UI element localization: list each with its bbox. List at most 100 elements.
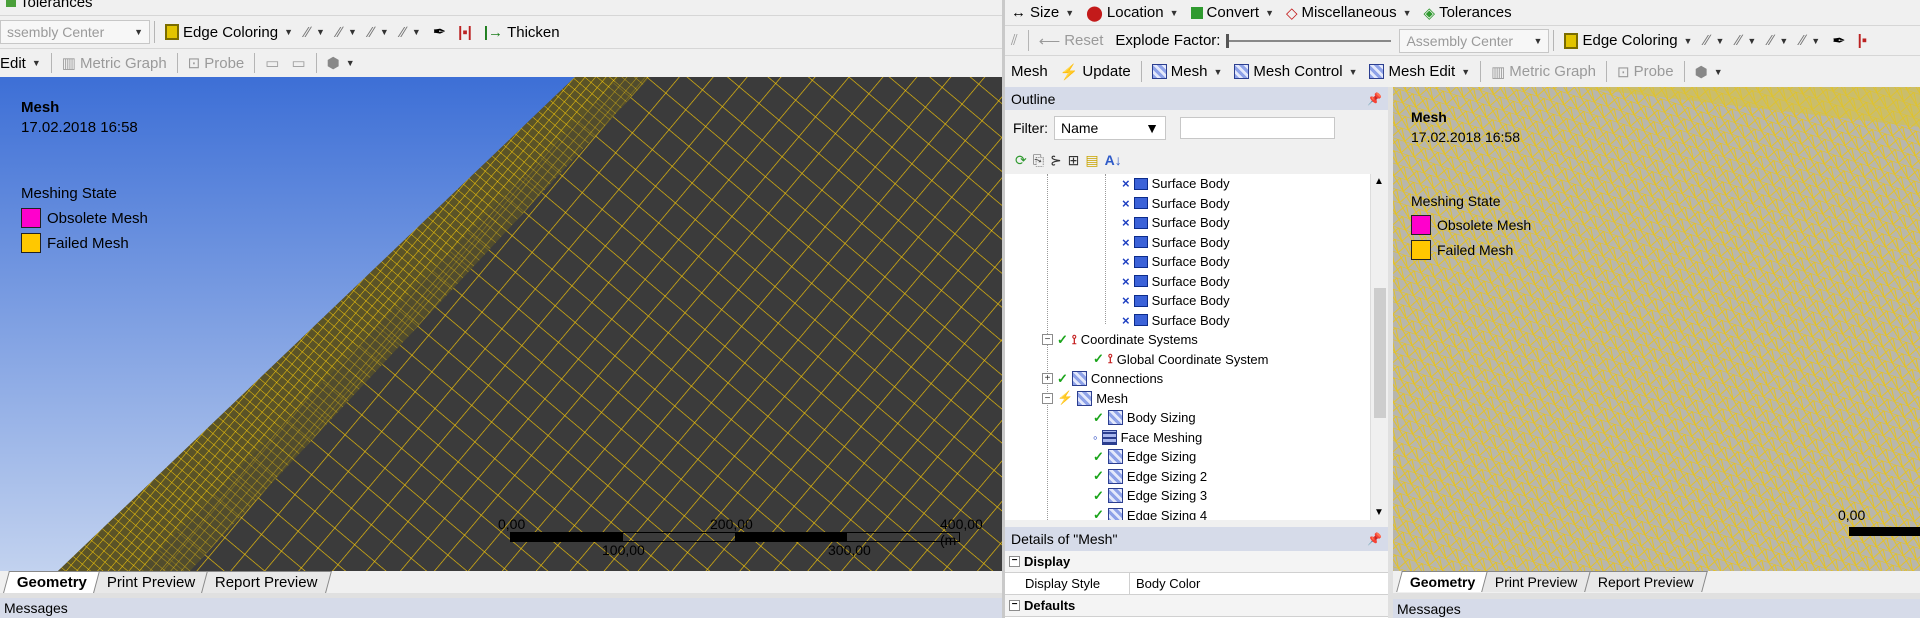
tree-item-surface-body[interactable]: × Surface Body <box>1122 291 1230 310</box>
assembly-center-combo[interactable]: ssembly Center ▼ <box>0 20 150 44</box>
tree-item-surface-body[interactable]: × Surface Body <box>1122 174 1230 193</box>
edge-display-button-4[interactable]: ⁄∕ ▼ <box>1794 26 1826 55</box>
tab-report-preview[interactable]: Report Preview <box>201 571 332 593</box>
min-label-button[interactable]: ▭ <box>285 49 311 77</box>
tree-item-surface-body[interactable]: × Surface Body <box>1122 213 1230 232</box>
max-label-button[interactable]: ▭ <box>259 49 285 77</box>
tree-item-surface-body[interactable]: × Surface Body <box>1122 233 1230 252</box>
pin-icon[interactable]: 📌 <box>1367 92 1382 106</box>
tree-item-coordinate-systems[interactable]: − ✓ ⟟ Coordinate Systems <box>1042 330 1198 349</box>
probe-button[interactable]: ⊡ Probe <box>182 49 251 77</box>
mesh-edit-menu[interactable]: Mesh Edit ▼ <box>1363 56 1476 87</box>
right-graphics-viewport[interactable]: Mesh 17.02.2018 16:58 Meshing State Obso… <box>1393 87 1920 571</box>
surface-body-icon <box>1133 294 1148 307</box>
explode-factor-slider[interactable] <box>1226 33 1392 48</box>
filter-search-input[interactable] <box>1180 117 1335 139</box>
tab-print-preview[interactable]: Print Preview <box>93 571 210 593</box>
tab-print-preview[interactable]: Print Preview <box>1481 571 1592 592</box>
edge-coloring-button[interactable]: Edge Coloring ▼ <box>1558 26 1698 55</box>
right-messages-header[interactable]: Messages <box>1393 599 1920 618</box>
mesh-menu[interactable]: Mesh ▼ <box>1146 56 1229 87</box>
explode-icon-button[interactable]: ⫽ <box>1005 26 1024 55</box>
assembly-center-combo[interactable]: Assembly Center ▼ <box>1399 28 1550 53</box>
tree-item-surface-body[interactable]: × Surface Body <box>1122 252 1230 271</box>
details-category-defaults[interactable]: − Defaults <box>1005 595 1388 617</box>
reset-button[interactable]: ⟵ Reset <box>1033 26 1110 55</box>
tree-item-surface-body[interactable]: × Surface Body <box>1122 272 1230 291</box>
collapse-icon[interactable]: − <box>1042 392 1053 404</box>
collapse-icon[interactable]: − <box>1009 556 1020 567</box>
display-style-value[interactable]: Body Color <box>1130 576 1200 591</box>
x-icon: × <box>1122 195 1130 211</box>
pin-button[interactable]: ✒ <box>1826 26 1851 55</box>
pin-icon[interactable]: 📌 <box>1367 532 1382 546</box>
metric-graph-button[interactable]: ▥ Metric Graph <box>1485 56 1602 87</box>
edge-display-button-3[interactable]: ⁄∕ ▼ <box>363 16 395 48</box>
scroll-down-icon[interactable]: ▼ <box>1374 507 1384 518</box>
tree-item-face-meshing[interactable]: ◦ Face Meshing <box>1093 428 1202 447</box>
edge-display-button-4[interactable]: ⁄∕ ▼ <box>395 16 427 48</box>
tree-item-connections[interactable]: + ✓ Connections <box>1042 369 1163 388</box>
surface-body-icon <box>1133 275 1148 287</box>
update-button[interactable]: ⚡ Update <box>1054 56 1137 87</box>
edge-style-icon: ⁄∕ <box>336 23 342 41</box>
legend-obsolete-mesh: Obsolete Mesh <box>21 208 148 228</box>
folder-icon[interactable]: ▤ <box>1085 152 1098 169</box>
tree-item-body-sizing[interactable]: ✓ Body Sizing <box>1093 408 1196 427</box>
tree-item-surface-body[interactable]: × Surface Body <box>1122 194 1230 213</box>
tolerances-button[interactable]: ◈ Tolerances <box>1418 0 1518 25</box>
display-mode-button[interactable]: ⬢ ▼ <box>321 49 361 77</box>
tolerances-menu[interactable]: Tolerances <box>0 0 99 11</box>
sort-az-icon[interactable]: A↓ <box>1105 152 1122 168</box>
tree-item-surface-body[interactable]: × Surface Body <box>1122 311 1230 330</box>
shell-thickness-button[interactable]: |▪ <box>1852 26 1874 55</box>
size-menu[interactable]: ↔ Size ▼ <box>1005 0 1080 25</box>
display-mode-button[interactable]: ⬢ ▼ <box>1689 56 1729 87</box>
edit-menu[interactable]: Edit ▼ <box>0 49 47 77</box>
tree-item-global-coordinate-system[interactable]: ✓ ⟟ Global Coordinate System <box>1093 350 1269 369</box>
refresh-icon[interactable]: ⟳ <box>1015 152 1027 169</box>
tab-geometry[interactable]: Geometry <box>3 571 101 593</box>
expand-all-icon[interactable]: ⊞ <box>1068 152 1080 169</box>
edge-display-button-1[interactable]: ⁄∕ ▼ <box>1698 26 1730 55</box>
tree-filter-icon[interactable]: ⊱ <box>1050 152 1062 169</box>
suppressed-icon[interactable]: ⎘ <box>1033 152 1044 169</box>
check-icon: ✓ <box>1093 409 1104 425</box>
edge-display-button-2[interactable]: ⁄∕ ▼ <box>1730 26 1762 55</box>
tree-item-mesh[interactable]: − ⚡ Mesh <box>1042 389 1128 408</box>
tree-item-edge-sizing-2[interactable]: ✓ Edge Sizing 2 <box>1093 467 1207 486</box>
edge-sizing-icon <box>1107 507 1123 520</box>
tree-item-edge-sizing-3[interactable]: ✓ Edge Sizing 3 <box>1093 486 1207 505</box>
metric-graph-button[interactable]: ▥ Metric Graph <box>56 49 173 77</box>
edge-coloring-button[interactable]: Edge Coloring ▼ <box>159 16 299 48</box>
left-graphics-viewport[interactable]: Mesh 17.02.2018 16:58 Meshing State Obso… <box>0 77 1002 571</box>
outline-scrollbar[interactable]: ▲ ▼ <box>1370 174 1388 520</box>
scroll-up-icon[interactable]: ▲ <box>1374 176 1384 187</box>
filter-combo[interactable]: Name ▼ <box>1054 116 1166 140</box>
edge-display-button-3[interactable]: ⁄∕ ▼ <box>1762 26 1794 55</box>
tab-geometry[interactable]: Geometry <box>1396 571 1490 592</box>
details-category-display[interactable]: − Display <box>1005 551 1388 573</box>
pin-button[interactable]: ✒ <box>427 16 452 48</box>
miscellaneous-menu[interactable]: ◇ Miscellaneous ▼ <box>1280 0 1418 25</box>
thicken-button[interactable]: |→ Thicken <box>478 16 566 48</box>
shell-thickness-button[interactable]: |▪| <box>452 16 478 48</box>
tree-item-edge-sizing-4[interactable]: ✓ Edge Sizing 4 <box>1093 506 1207 520</box>
left-messages-header[interactable]: Messages <box>0 598 1002 618</box>
tab-report-preview[interactable]: Report Preview <box>1584 571 1708 592</box>
edge-display-button-1[interactable]: ⁄∕ ▼ <box>299 16 331 48</box>
mesh-control-menu[interactable]: Mesh Control ▼ <box>1228 56 1363 87</box>
slider-thumb[interactable] <box>1226 33 1230 48</box>
edge-sizing-icon <box>1107 449 1123 464</box>
edge-sizing-icon <box>1107 468 1123 484</box>
collapse-icon[interactable]: − <box>1009 600 1020 611</box>
expand-icon[interactable]: + <box>1042 373 1053 384</box>
scroll-thumb[interactable] <box>1374 288 1386 418</box>
probe-button[interactable]: ⊡ Probe <box>1611 56 1680 87</box>
edge-display-button-2[interactable]: ⁄∕ ▼ <box>331 16 363 48</box>
check-icon: ✓ <box>1057 370 1068 386</box>
convert-menu[interactable]: Convert ▼ <box>1185 0 1280 25</box>
collapse-icon[interactable]: − <box>1042 334 1053 345</box>
tree-item-edge-sizing[interactable]: ✓ Edge Sizing <box>1093 447 1196 466</box>
location-menu[interactable]: ⬤ Location ▼ <box>1080 0 1184 25</box>
